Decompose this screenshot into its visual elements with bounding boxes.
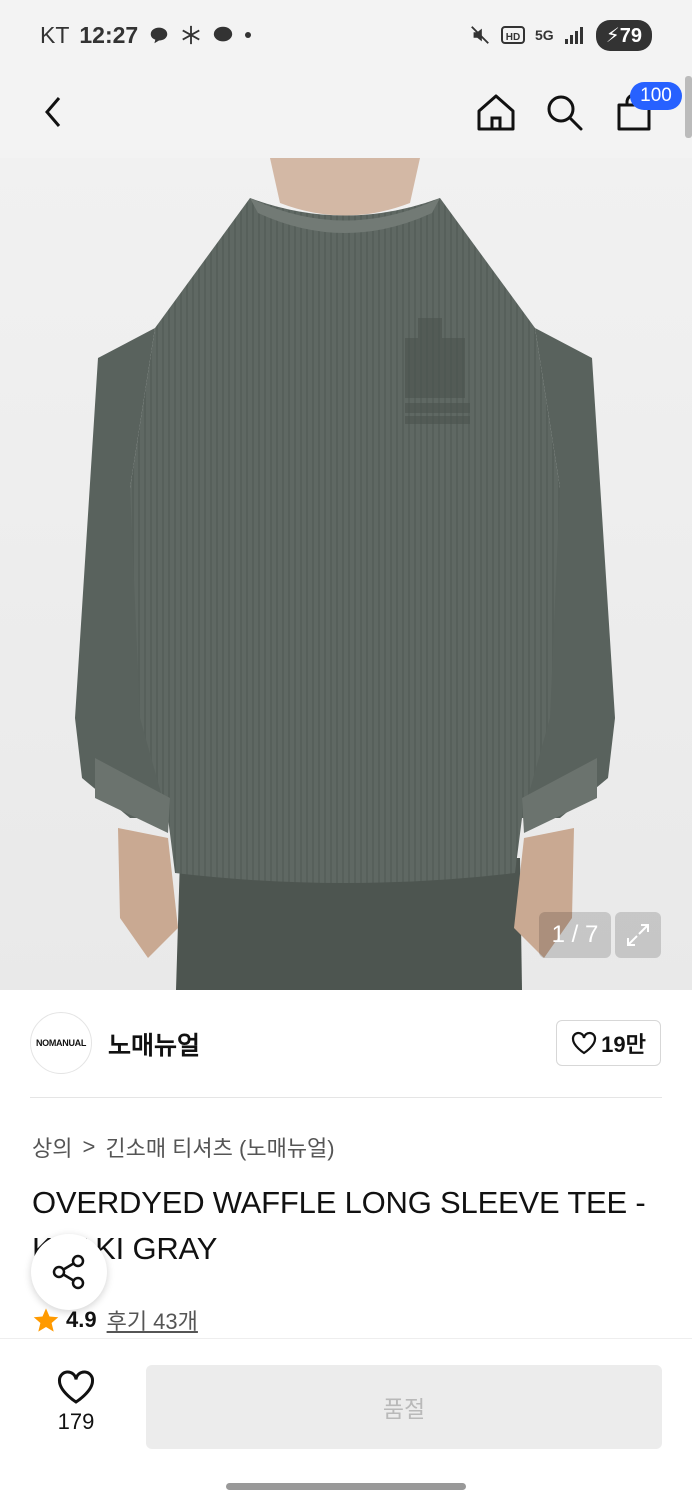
breadcrumb-category[interactable]: 상의: [32, 1131, 72, 1163]
status-left: KT 12:27: [40, 22, 252, 49]
brand-row: NOMANUAL 노매뉴얼 19만: [0, 990, 692, 1098]
heart-icon: [57, 1370, 95, 1404]
signal-icon: [564, 27, 583, 44]
network-type: 5G: [535, 27, 554, 43]
breadcrumb-separator: >: [82, 1134, 96, 1159]
bottom-bar: 179 품절: [0, 1338, 692, 1500]
dot-icon: [245, 32, 252, 38]
back-icon: [45, 97, 61, 127]
expand-button[interactable]: [615, 912, 661, 958]
share-icon: [52, 1254, 85, 1290]
home-indicator[interactable]: [226, 1483, 466, 1490]
battery-indicator: ⚡79: [595, 19, 652, 51]
top-nav: [0, 70, 692, 158]
star-icon: [33, 1308, 59, 1332]
product-like-button[interactable]: 179: [40, 1369, 112, 1435]
brand-logo-text: NOMANUAL: [35, 1038, 87, 1048]
snowflake-icon: [182, 25, 200, 45]
product-title: OVERDYED WAFFLE LONG SLEEVE TEE - KHAKI …: [32, 1185, 646, 1266]
expand-icon: [627, 924, 649, 946]
soldout-button[interactable]: 품절: [146, 1365, 662, 1449]
breadcrumb: 상의 > 긴소매 티셔츠 (노매뉴얼): [32, 1131, 335, 1163]
share-button[interactable]: [31, 1234, 107, 1310]
cart-count-badge: 100: [630, 82, 682, 110]
heart-icon: [572, 1031, 597, 1055]
chat-bubble-icon: [150, 27, 168, 44]
rating-row: 4.9 후기 43개: [32, 1304, 198, 1336]
search-icon: [547, 95, 583, 131]
mute-icon: [471, 26, 489, 44]
status-bar: KT 12:27 HD 5G ⚡79: [0, 0, 692, 70]
product-like-count: 179: [57, 1409, 95, 1434]
brand-logo[interactable]: NOMANUAL: [30, 1012, 92, 1074]
product-image[interactable]: [0, 158, 692, 990]
divider: [30, 1097, 662, 1098]
battery-level: 79: [619, 24, 642, 47]
home-button[interactable]: [468, 84, 524, 140]
talk-icon: [214, 26, 233, 42]
breadcrumb-subcategory[interactable]: 긴소매 티셔츠 (노매뉴얼): [105, 1131, 334, 1163]
brand-like-button[interactable]: 19만: [556, 1020, 661, 1066]
brand-name[interactable]: 노매뉴얼: [108, 1026, 200, 1062]
clock: 12:27: [79, 21, 139, 48]
search-button[interactable]: [536, 84, 592, 140]
review-link[interactable]: 후기 43개: [107, 1304, 198, 1336]
rating-value: 4.9: [66, 1307, 97, 1332]
image-counter: 1 / 7: [539, 912, 611, 958]
product-photo: [75, 158, 615, 990]
svg-text:HD: HD: [506, 32, 520, 43]
hd-icon: HD: [501, 26, 526, 44]
status-right: HD 5G ⚡79: [469, 19, 652, 51]
scrollbar-thumb[interactable]: [685, 76, 692, 138]
back-button[interactable]: [26, 84, 82, 140]
brand-like-count: 19만: [601, 1032, 646, 1057]
home-icon: [477, 94, 515, 131]
carrier: KT: [40, 21, 70, 48]
